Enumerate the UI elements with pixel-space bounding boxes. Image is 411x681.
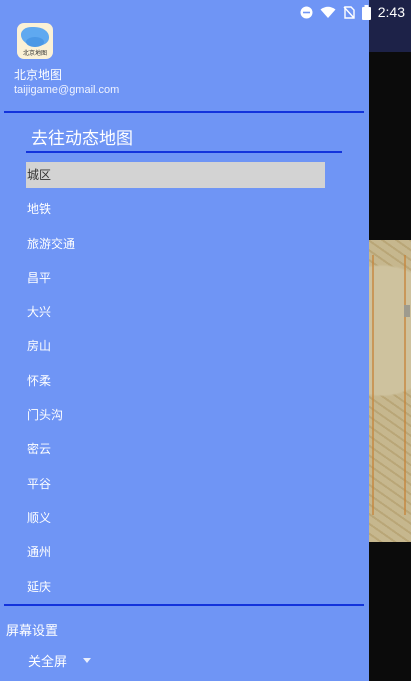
fullscreen-mode-value: 关全屏: [28, 654, 68, 670]
app-name: 北京地图: [14, 68, 63, 82]
minus-circle-icon: [300, 6, 313, 18]
menu-item-chengqu[interactable]: 城区: [26, 162, 325, 188]
menu-item-label: 城区: [27, 168, 52, 182]
section-title: 去往动态地图: [31, 129, 133, 149]
status-icons: 2:43: [300, 2, 405, 22]
menu-item-changping[interactable]: 昌平: [26, 265, 325, 299]
header-divider: [4, 111, 364, 113]
menu-item-fangshan[interactable]: 房山: [26, 333, 325, 367]
status-bar: 2:43: [0, 0, 411, 24]
menu-item-mentougou[interactable]: 门头沟: [26, 402, 325, 436]
background-map-marker: [404, 305, 410, 317]
menu-item-label: 门头沟: [27, 408, 64, 423]
no-sim-icon: [343, 5, 355, 19]
menu-item-label: 旅游交通: [27, 236, 76, 251]
district-menu: 城区 地铁 旅游交通 昌平 大兴 房山 怀柔 门头沟 密云 平谷 顺义 通州 延…: [26, 162, 325, 608]
menu-item-label: 顺义: [27, 510, 52, 525]
menu-item-label: 平谷: [27, 476, 52, 491]
wifi-icon: [320, 6, 336, 18]
app-icon: 北京地图: [17, 23, 53, 59]
screen-settings-label: 屏幕设置: [6, 624, 59, 639]
menu-item-pinggu[interactable]: 平谷: [26, 471, 325, 505]
battery-icon: [361, 4, 371, 20]
menu-item-huairou[interactable]: 怀柔: [26, 368, 325, 402]
app-icon-text: 北京地图: [22, 50, 47, 57]
section-title-underline: [26, 151, 342, 153]
menu-item-label: 通州: [27, 545, 52, 560]
menu-item-label: 怀柔: [27, 373, 52, 388]
chevron-down-icon: [83, 657, 92, 663]
settings-divider: [4, 604, 364, 606]
menu-item-shunyi[interactable]: 顺义: [26, 505, 325, 539]
menu-item-miyun[interactable]: 密云: [26, 436, 325, 470]
menu-item-yanqing[interactable]: 延庆: [26, 574, 325, 608]
menu-item-lvyou-jiaotong[interactable]: 旅游交通: [26, 231, 325, 265]
menu-item-label: 昌平: [27, 270, 52, 285]
screen: 2:43 北京地图 北京地图 taijigame@gmail.com 去往动态地…: [0, 0, 411, 681]
menu-item-ditie[interactable]: 地铁: [26, 196, 325, 230]
account-email: taijigame@gmail.com: [14, 84, 120, 96]
background-map-route: [372, 255, 406, 515]
menu-item-label: 密云: [27, 442, 52, 457]
navigation-drawer: 北京地图 北京地图 taijigame@gmail.com 去往动态地图 城区 …: [0, 0, 369, 681]
menu-item-daxing[interactable]: 大兴: [26, 299, 325, 333]
menu-item-label: 大兴: [27, 305, 52, 320]
fullscreen-mode-select[interactable]: 关全屏: [28, 650, 108, 670]
map-shape-icon-detail: [26, 37, 44, 47]
status-time: 2:43: [377, 4, 405, 20]
menu-item-tongzhou[interactable]: 通州: [26, 539, 325, 573]
menu-item-label: 延庆: [27, 579, 52, 594]
menu-item-label: 房山: [27, 339, 52, 354]
menu-item-label: 地铁: [27, 202, 52, 217]
